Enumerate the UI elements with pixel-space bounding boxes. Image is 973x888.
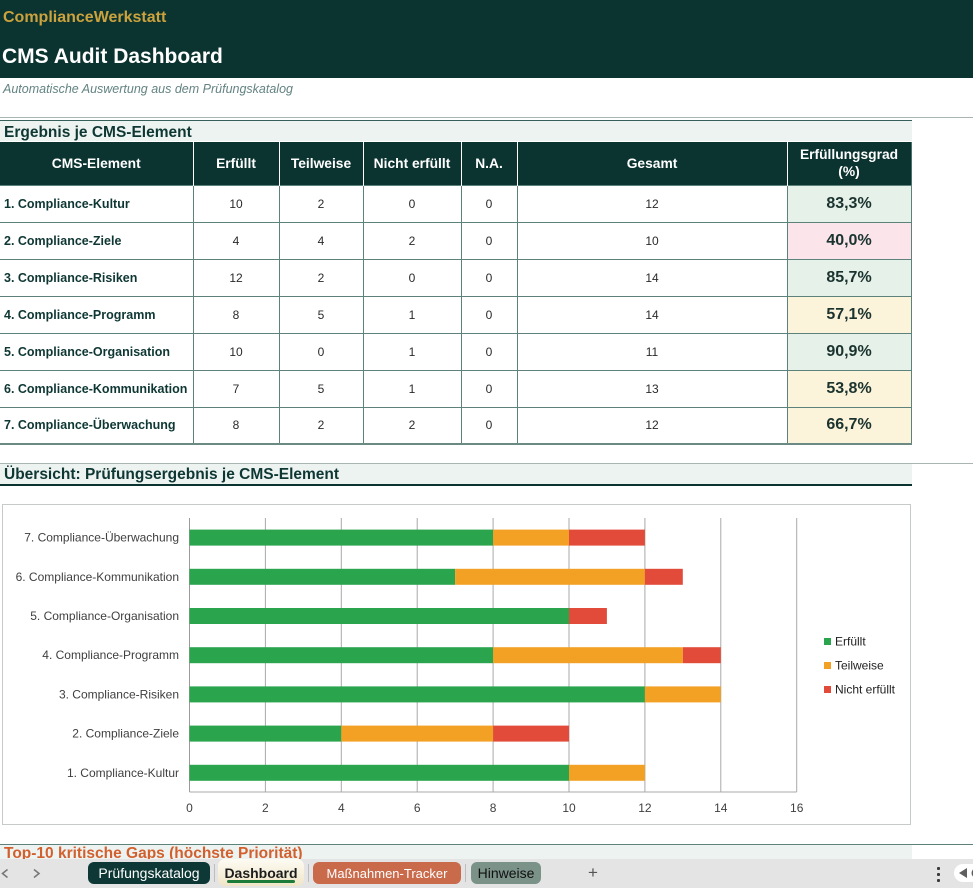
svg-text:7. Compliance-Überwachung: 7. Compliance-Überwachung [24,531,179,545]
svg-text:16: 16 [790,801,804,815]
svg-text:Nicht erfüllt: Nicht erfüllt [835,683,896,697]
svg-text:2. Compliance-Ziele: 2. Compliance-Ziele [72,727,179,741]
svg-text:0: 0 [186,801,193,815]
svg-text:10: 10 [562,801,576,815]
svg-text:4: 4 [338,801,345,815]
svg-text:6: 6 [414,801,421,815]
svg-text:1. Compliance-Kultur: 1. Compliance-Kultur [67,766,179,780]
svg-text:4. Compliance-Programm: 4. Compliance-Programm [42,648,179,662]
svg-text:Teilweise: Teilweise [835,659,884,673]
svg-text:6. Compliance-Kommunikation: 6. Compliance-Kommunikation [16,570,179,584]
svg-text:Erfüllt: Erfüllt [835,635,866,649]
svg-text:5. Compliance-Organisation: 5. Compliance-Organisation [30,609,179,623]
svg-text:3. Compliance-Risiken: 3. Compliance-Risiken [59,687,179,701]
svg-text:2: 2 [262,801,269,815]
svg-text:14: 14 [714,801,728,815]
svg-text:12: 12 [638,801,652,815]
svg-text:8: 8 [490,801,497,815]
